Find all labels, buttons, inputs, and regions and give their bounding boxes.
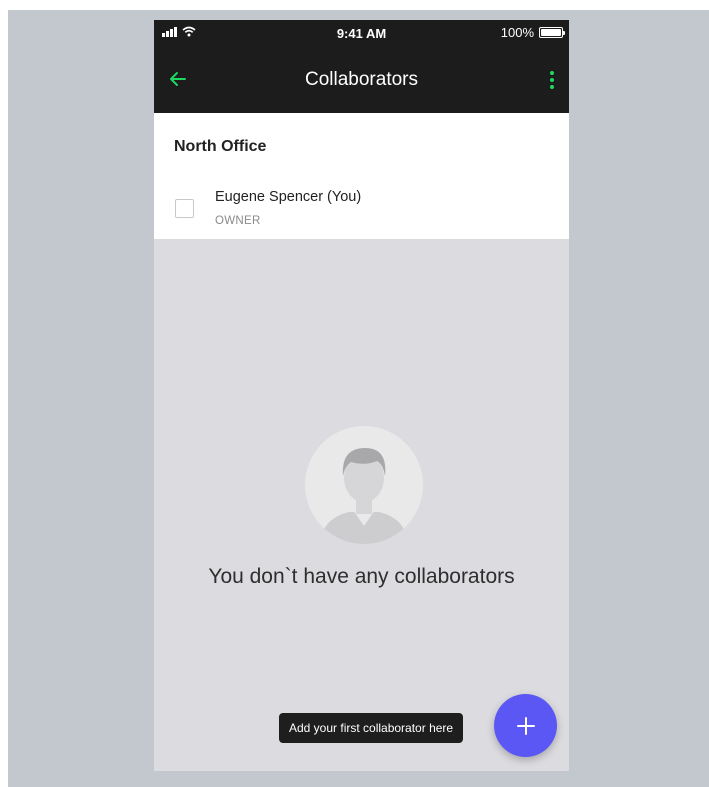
add-collaborator-button[interactable] [494, 694, 557, 757]
phone-screen: 9:41 AM 100% Collaborators North Office … [154, 20, 569, 771]
member-name: Eugene Spencer (You) [215, 189, 362, 205]
empty-state-message: You don`t have any collaborators [208, 565, 515, 588]
member-checkbox[interactable] [175, 199, 194, 218]
collaborators-panel: North Office Eugene Spencer (You) OWNER [154, 113, 569, 239]
person-placeholder-icon [305, 426, 423, 544]
page-title: Collaborators [305, 69, 418, 90]
status-battery: 100% [500, 25, 565, 40]
plus-icon [516, 716, 535, 735]
battery-percent: 100% [500, 25, 534, 40]
app-bar: Collaborators [154, 46, 569, 113]
member-row[interactable]: Eugene Spencer (You) OWNER [154, 185, 569, 233]
status-bar: 9:41 AM 100% [154, 20, 569, 46]
group-title: North Office [174, 138, 267, 155]
battery-icon [539, 27, 565, 38]
member-role: OWNER [215, 215, 261, 227]
add-collaborator-tooltip: Add your first collaborator here [279, 713, 464, 743]
more-options-button[interactable] [545, 68, 559, 92]
more-vertical-icon [550, 71, 554, 75]
